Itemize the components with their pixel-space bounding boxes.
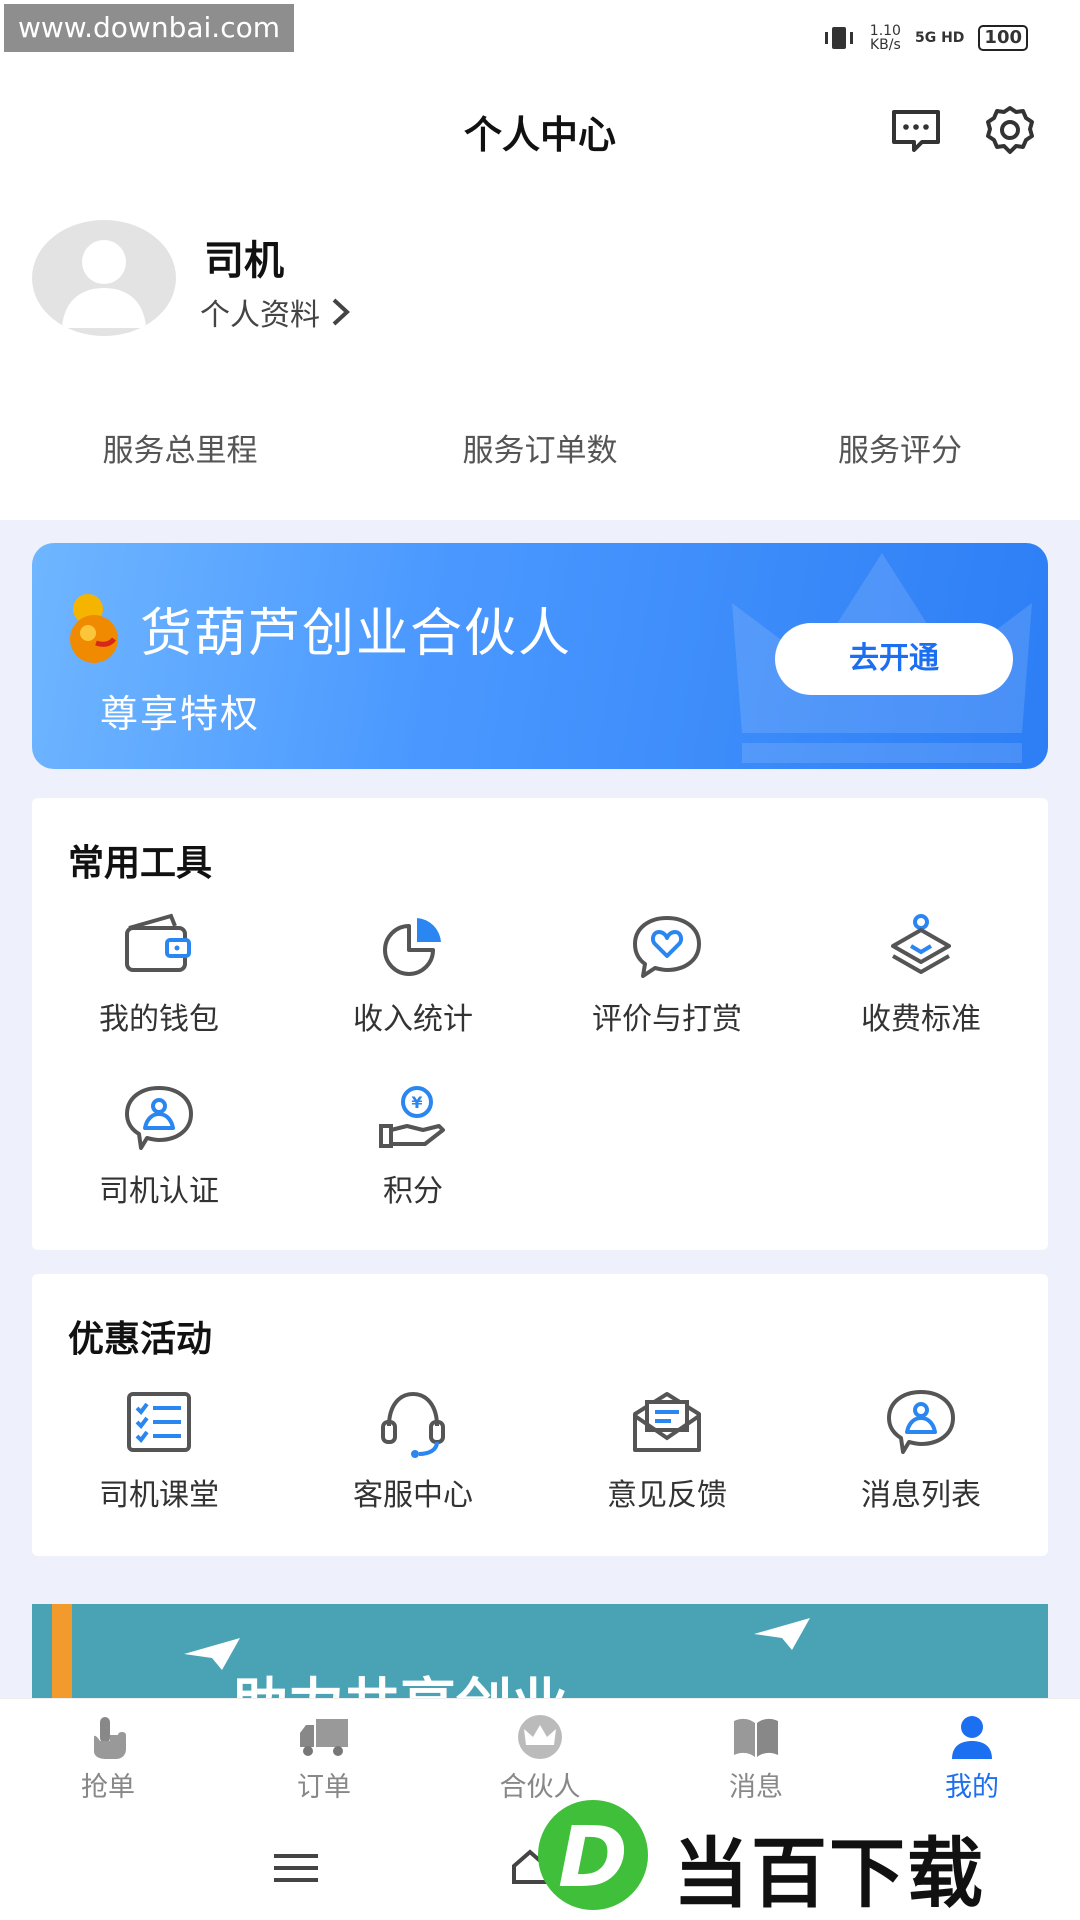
envelope-icon — [633, 1392, 701, 1452]
partner-banner[interactable]: 货葫芦创业合伙人 尊享特权 去开通 — [32, 543, 1048, 769]
tool-label: 司机认证 — [99, 1174, 219, 1209]
book-icon — [734, 1718, 778, 1757]
tool-pricing[interactable]: 收费标准 — [794, 910, 1048, 1038]
tool-points[interactable]: ¥ 积分 — [286, 1082, 540, 1210]
heart-chat-icon — [633, 916, 701, 978]
profile-link-label: 个人资料 — [200, 298, 320, 333]
tab-grab-order[interactable]: 抢单 — [0, 1699, 216, 1811]
chevron-right-icon — [332, 298, 350, 326]
network-type: 5G HD — [914, 30, 965, 46]
crown-icon — [518, 1715, 562, 1759]
activity-label: 消息列表 — [861, 1478, 981, 1513]
tools-section-title: 常用工具 — [68, 843, 213, 884]
paper-plane-icon — [754, 1618, 810, 1650]
service-stats: 服务总里程 服务订单数 服务评分 — [0, 425, 1080, 470]
network-speed-value: 1.10 — [869, 23, 901, 39]
activity-feedback[interactable]: 意见反馈 — [540, 1386, 794, 1514]
tool-rating-reward[interactable]: 评价与打赏 — [540, 910, 794, 1038]
tab-mine[interactable]: 我的 — [864, 1699, 1080, 1811]
tab-label: 我的 — [945, 1772, 999, 1803]
settings-gear-icon[interactable] — [982, 102, 1038, 158]
points-hand-icon: ¥ — [379, 1086, 445, 1148]
tap-hand-icon — [94, 1717, 126, 1759]
tool-label: 收入统计 — [353, 1002, 473, 1037]
promotions-section-title: 优惠活动 — [68, 1319, 213, 1360]
activity-customer-service[interactable]: 客服中心 — [286, 1386, 540, 1514]
headset-icon — [381, 1391, 445, 1458]
menu-icon[interactable] — [272, 1852, 320, 1884]
tool-driver-cert[interactable]: 司机认证 — [32, 1082, 286, 1210]
gourd-logo-icon — [70, 594, 118, 663]
page-header: 个人中心 — [0, 80, 1080, 180]
vibrate-icon — [824, 27, 853, 49]
checklist-icon — [127, 1392, 191, 1452]
promo-banner[interactable]: 助力共享创业 — [32, 1604, 1048, 1704]
tab-label: 消息 — [729, 1772, 783, 1803]
site-logo-watermark: D 当百下载 — [538, 1800, 1058, 1918]
tool-label: 我的钱包 — [99, 1002, 219, 1037]
personal-center-screen: www.downbai.com 1.10 KB/s 5G HD 100 个人中心 — [0, 0, 1080, 1920]
wallet-icon — [125, 913, 191, 972]
site-watermark: www.downbai.com — [4, 4, 294, 52]
tool-label: 积分 — [383, 1174, 443, 1209]
profile-details-link[interactable]: 个人资料 — [200, 290, 352, 334]
battery-level: 100 — [978, 25, 1028, 51]
tool-income-stats[interactable]: 收入统计 — [286, 910, 540, 1038]
bottom-tab-bar: 抢单 订单 合伙人 消息 我的 — [0, 1698, 1080, 1811]
user-name: 司机 — [204, 238, 284, 284]
tool-my-wallet[interactable]: 我的钱包 — [32, 910, 286, 1038]
activate-button[interactable]: 去开通 — [775, 623, 1013, 695]
logo-letter: D — [558, 1808, 628, 1906]
tool-label: 评价与打赏 — [592, 1002, 742, 1037]
profile-section: 司机 个人资料 服务总里程 服务订单数 服务评分 — [0, 180, 1080, 520]
activity-label: 意见反馈 — [607, 1478, 727, 1513]
activity-driver-class[interactable]: 司机课堂 — [32, 1386, 286, 1514]
tab-partner[interactable]: 合伙人 — [432, 1699, 648, 1811]
stat-total-mileage[interactable]: 服务总里程 — [0, 425, 360, 470]
pie-chart-icon — [383, 918, 441, 976]
banner-title: 货葫芦创业合伙人 — [140, 604, 573, 664]
activity-label: 客服中心 — [353, 1478, 473, 1513]
banner-subtitle: 尊享特权 — [100, 692, 261, 736]
tool-label: 收费标准 — [861, 1002, 981, 1037]
activity-label: 司机课堂 — [99, 1478, 219, 1513]
tab-messages[interactable]: 消息 — [648, 1699, 864, 1811]
tab-label: 合伙人 — [499, 1772, 581, 1803]
driver-badge-icon — [125, 1086, 193, 1150]
stat-order-count[interactable]: 服务订单数 — [360, 425, 720, 470]
default-avatar-icon — [62, 240, 146, 328]
price-tag-icon — [891, 914, 951, 974]
network-speed-unit: KB/s — [869, 37, 901, 53]
stat-service-rating[interactable]: 服务评分 — [720, 425, 1080, 470]
logo-text: 当百下载 — [673, 1829, 985, 1918]
common-tools-card: 常用工具 我的钱包 收入统计 评价与打赏 收费标准 司机认证 ¥ 积分 — [32, 798, 1048, 1250]
promotions-card: 优惠活动 司机课堂 客服中心 意见反馈 消息列表 — [32, 1274, 1048, 1556]
status-bar: www.downbai.com 1.10 KB/s 5G HD 100 — [0, 0, 1080, 80]
tab-label: 抢单 — [81, 1772, 135, 1803]
svg-text:¥: ¥ — [411, 1093, 422, 1112]
user-icon — [952, 1716, 992, 1759]
activity-message-list[interactable]: 消息列表 — [794, 1386, 1048, 1514]
message-badge-icon — [887, 1390, 955, 1454]
truck-icon — [300, 1719, 348, 1756]
avatar[interactable] — [32, 220, 176, 336]
message-icon[interactable] — [888, 102, 944, 158]
tab-orders[interactable]: 订单 — [216, 1699, 432, 1811]
tab-label: 订单 — [297, 1772, 351, 1803]
